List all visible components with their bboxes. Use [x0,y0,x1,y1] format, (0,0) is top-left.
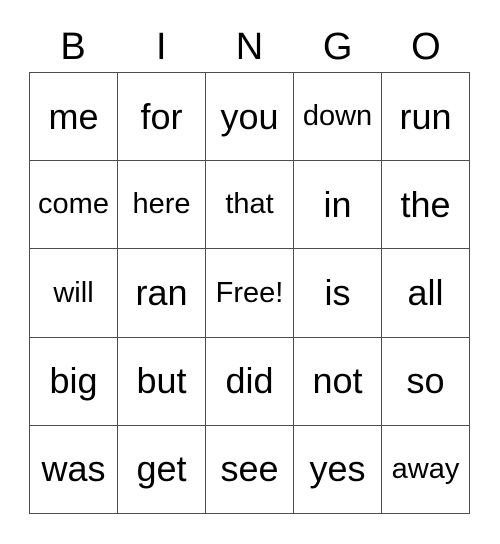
bingo-cell[interactable]: the [382,161,470,250]
bingo-cell-label: big [49,360,98,402]
bingo-header-letter-n: N [235,26,264,68]
bingo-cell-label: is [324,272,351,313]
bingo-cell[interactable]: you [206,73,294,162]
bingo-header-letter-b: B [60,26,86,68]
bingo-cell[interactable]: all [382,249,470,338]
bingo-cell-label: for [140,95,183,137]
bingo-header-row: B I N G O [29,22,470,72]
bingo-cell[interactable]: is [294,249,382,338]
bingo-cell[interactable]: so [382,337,470,426]
bingo-cell[interactable]: away [382,425,470,515]
bingo-header-letter-o: O [411,26,441,68]
bingo-cell[interactable]: that [206,161,294,250]
bingo-cell[interactable]: come [30,161,118,250]
bingo-cell[interactable]: did [206,337,294,426]
bingo-row: me for you down run [30,73,470,162]
bingo-free-space-label: Free! [215,276,284,309]
bingo-cell[interactable]: but [118,337,206,426]
bingo-cell-label: down [302,100,373,133]
bingo-cell[interactable]: down [294,73,382,162]
bingo-cell-label: but [136,360,187,402]
bingo-cell-label: here [132,188,191,221]
bingo-row: come here that in the [30,161,470,250]
bingo-cell-label: all [407,272,444,313]
bingo-cell[interactable]: not [294,337,382,426]
bingo-cell-label: away [391,452,460,485]
bingo-cell[interactable]: me [30,73,118,162]
bingo-cell-label: ran [135,272,188,313]
bingo-cell-label: get [136,448,187,490]
bingo-cell[interactable]: ran [118,249,206,338]
bingo-cell-label: was [41,448,106,490]
bingo-cell[interactable]: in [294,161,382,250]
bingo-cell-label: me [48,95,99,137]
bingo-cell[interactable]: run [382,73,470,162]
bingo-cell-label: you [220,95,279,137]
bingo-cell[interactable]: here [118,161,206,250]
bingo-cell-label: that [225,188,274,221]
bingo-cell-label: will [53,276,94,309]
bingo-cell-label: in [323,183,352,225]
bingo-cell-label: see [220,448,279,490]
bingo-cell[interactable]: for [118,73,206,162]
bingo-cell[interactable]: yes [294,425,382,515]
bingo-cell[interactable]: big [30,337,118,426]
bingo-cell-label: the [400,183,451,225]
bingo-cell-label: yes [309,448,366,490]
bingo-cell-label: not [312,360,363,402]
bingo-header-letter-i: I [156,26,167,68]
bingo-grid: me for you down run come here that in th… [29,72,470,515]
bingo-free-space-cell[interactable]: Free! [206,249,294,338]
bingo-cell[interactable]: will [30,249,118,338]
bingo-cell[interactable]: see [206,425,294,515]
bingo-cell-label: did [225,360,274,402]
bingo-cell[interactable]: get [118,425,206,515]
bingo-row: big but did not so [30,337,470,426]
bingo-cell-label: run [399,95,452,137]
bingo-row: will ran Free! is all [30,249,470,338]
bingo-cell[interactable]: was [30,425,118,515]
bingo-cell-label: come [38,188,109,221]
bingo-cell-label: so [406,360,445,402]
bingo-card: B I N G O me for you down run come here … [0,0,500,544]
bingo-header-letter-g: G [322,26,353,68]
bingo-row: was get see yes away [30,425,470,515]
